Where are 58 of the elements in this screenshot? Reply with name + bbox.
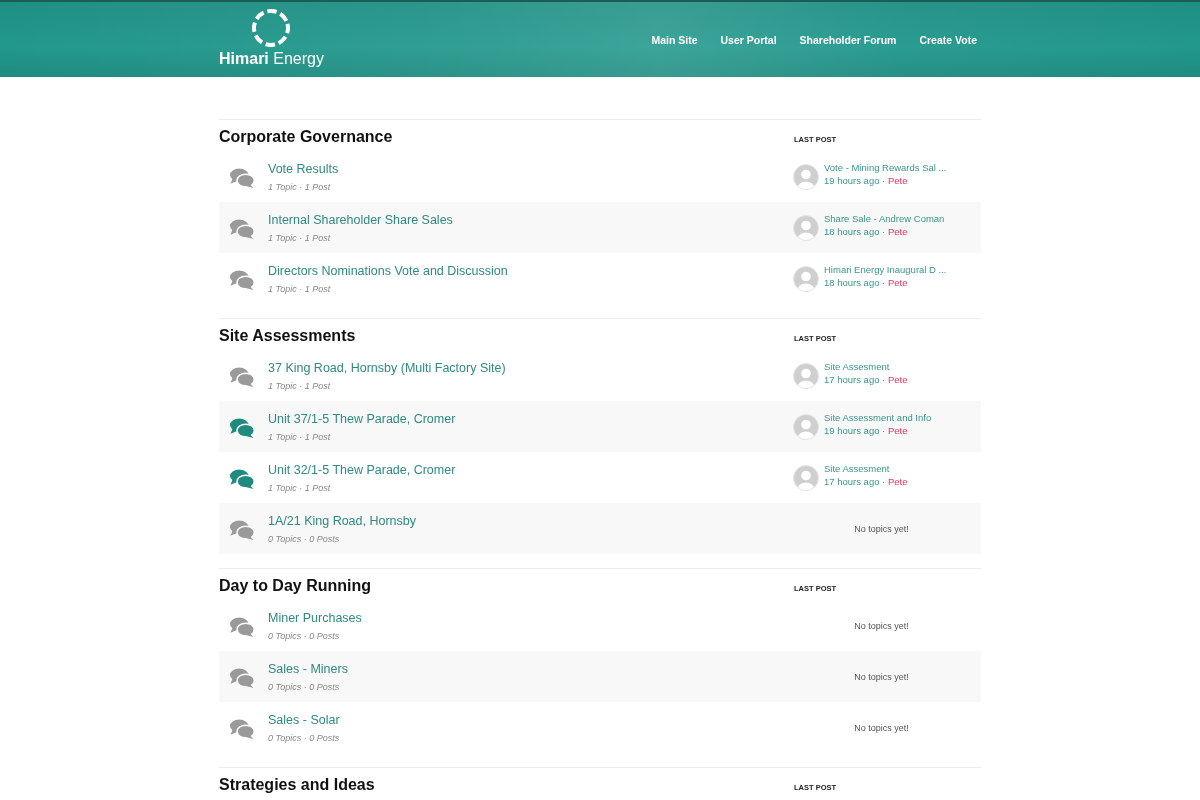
- last-post-link[interactable]: Vote - Mining Rewards Sal ...: [824, 161, 947, 174]
- avatar-icon: [793, 413, 819, 440]
- topic-post-count: 1 Topic · 1 Post: [268, 282, 331, 295]
- author-link[interactable]: Pete: [887, 277, 908, 288]
- forum-link[interactable]: Directors Nominations Vote and Discussion: [268, 262, 508, 279]
- avatar-icon: [793, 362, 819, 389]
- section-title: Day to Day Running: [219, 576, 371, 596]
- last-post-link[interactable]: Site Assessment and Info: [824, 411, 932, 424]
- section-title: Strategies and Ideas: [219, 775, 375, 795]
- nav-link[interactable]: Main Site: [651, 30, 698, 49]
- forum-link[interactable]: Unit 37/1-5 Thew Parade, Cromer: [268, 410, 456, 427]
- last-post-link[interactable]: Site Assesment: [824, 360, 890, 373]
- author-link[interactable]: Pete: [887, 425, 908, 436]
- no-topics-text: No topics yet!: [854, 722, 909, 733]
- topic-post-count: 1 Topic · 1 Post: [268, 180, 331, 193]
- author-link[interactable]: Pete: [887, 476, 908, 487]
- logo-text: Himari Energy: [219, 50, 324, 68]
- topic-post-count: 0 Topics · 0 Posts: [268, 532, 340, 545]
- last-post-link[interactable]: Himari Energy Inaugural D ...: [824, 263, 947, 276]
- section-title: Corporate Governance: [219, 127, 393, 147]
- post-time: 18 hours ago ·: [824, 226, 886, 237]
- author-link[interactable]: Pete: [887, 175, 908, 186]
- last-post-link[interactable]: Site Assesment: [824, 462, 890, 475]
- avatar-icon: [793, 163, 819, 190]
- topic-post-count: 1 Topic · 1 Post: [268, 379, 331, 392]
- author-link[interactable]: Pete: [887, 374, 908, 385]
- post-time: 18 hours ago ·: [824, 277, 886, 288]
- post-time: 17 hours ago ·: [824, 374, 886, 385]
- topic-post-count: 0 Topics · 0 Posts: [268, 629, 340, 642]
- author-link[interactable]: Pete: [887, 226, 908, 237]
- avatar-icon: [793, 265, 819, 292]
- avatar-icon: [793, 464, 819, 491]
- logo-icon: [252, 9, 291, 47]
- topic-post-count: 0 Topics · 0 Posts: [268, 731, 340, 744]
- forum-link[interactable]: Vote Results: [268, 160, 339, 177]
- no-topics-text: No topics yet!: [854, 671, 909, 682]
- forum-link[interactable]: Miner Purchases: [268, 609, 362, 626]
- forum-link[interactable]: Internal Shareholder Share Sales: [268, 211, 453, 228]
- forum-link[interactable]: Sales - Miners: [268, 660, 348, 677]
- topic-post-count: 1 Topic · 1 Post: [268, 231, 331, 244]
- section-title: Site Assessments: [219, 326, 356, 346]
- forum-link[interactable]: Sales - Solar: [268, 711, 340, 728]
- avatar-icon: [793, 214, 819, 241]
- topic-post-count: 1 Topic · 1 Post: [268, 430, 331, 443]
- topic-post-count: 0 Topics · 0 Posts: [268, 680, 340, 693]
- nav-link[interactable]: Create Vote: [919, 30, 977, 49]
- forum-link[interactable]: 1A/21 King Road, Hornsby: [268, 512, 416, 529]
- topic-post-count: 1 Topic · 1 Post: [268, 481, 331, 494]
- forum-link[interactable]: 37 King Road, Hornsby (Multi Factory Site): [268, 359, 506, 376]
- post-time: 19 hours ago ·: [824, 425, 886, 436]
- nav-link[interactable]: Shareholder Forum: [799, 30, 897, 49]
- no-topics-text: No topics yet!: [854, 620, 909, 631]
- post-time: 17 hours ago ·: [824, 476, 886, 487]
- last-post-link[interactable]: Share Sale - Andrew Coman: [824, 212, 945, 225]
- forum-link[interactable]: Unit 32/1-5 Thew Parade, Cromer: [268, 461, 456, 478]
- post-time: 19 hours ago ·: [824, 175, 886, 186]
- no-topics-text: No topics yet!: [854, 523, 909, 534]
- nav-link[interactable]: User Portal: [720, 30, 777, 49]
